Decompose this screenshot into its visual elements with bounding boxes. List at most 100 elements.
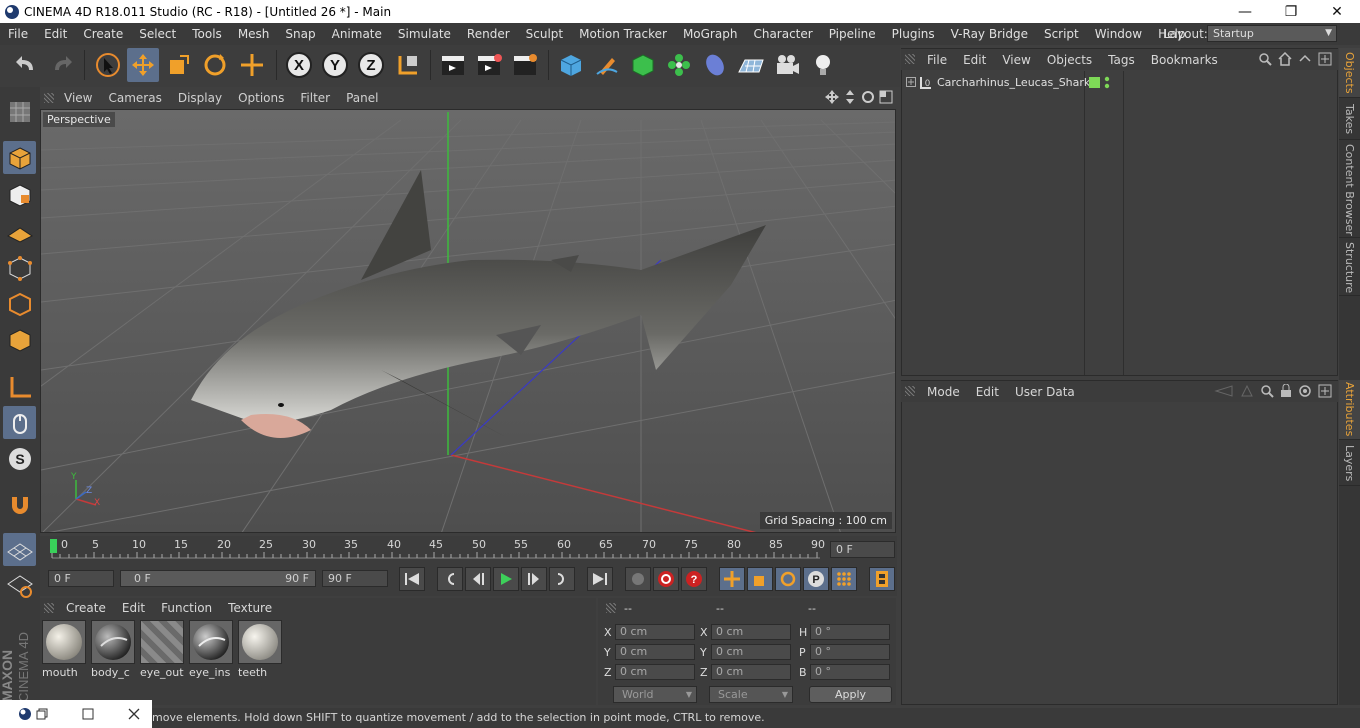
x-axis-button[interactable]: X (283, 48, 315, 82)
redo-button[interactable] (46, 48, 78, 82)
object-menu-objects[interactable]: Objects (1039, 53, 1100, 67)
object-menu-view[interactable]: View (994, 53, 1038, 67)
object-menu-bookmarks[interactable]: Bookmarks (1143, 53, 1226, 67)
apply-button[interactable]: Apply (809, 686, 892, 703)
viewport-menu-options[interactable]: Options (230, 91, 292, 105)
object-menu-tags[interactable]: Tags (1100, 53, 1143, 67)
previous-key-button[interactable] (437, 567, 463, 591)
tweak-mode-button[interactable] (3, 406, 36, 439)
edges-mode-button[interactable] (3, 287, 36, 320)
rot-b-field[interactable]: 0 ° (810, 664, 890, 680)
menu-mesh[interactable]: Mesh (230, 27, 278, 41)
menu-file[interactable]: File (0, 27, 36, 41)
current-frame-field[interactable]: 0 F (830, 541, 895, 558)
scale-tool-button[interactable] (163, 48, 195, 82)
snap-button[interactable] (3, 488, 36, 521)
menu-window[interactable]: Window (1087, 27, 1150, 41)
size-y-field[interactable]: 0 cm (711, 644, 791, 660)
attribute-menu-user-data[interactable]: User Data (1007, 385, 1083, 399)
material-body[interactable]: body_c (91, 620, 135, 680)
viewport-menu-cameras[interactable]: Cameras (100, 91, 169, 105)
rotate-tool-button[interactable] (199, 48, 231, 82)
rot-p-field[interactable]: 0 ° (810, 644, 890, 660)
workplane-lock-button[interactable] (3, 533, 36, 566)
render-to-picture-viewer-button[interactable] (473, 48, 505, 82)
viewport-perspective[interactable]: Y Z X Perspective Grid Spacing : 100 cm (40, 109, 896, 533)
render-view-button[interactable] (437, 48, 469, 82)
close-button[interactable]: ✕ (1314, 0, 1360, 23)
menu-edit[interactable]: Edit (36, 27, 75, 41)
size-z-field[interactable]: 0 cm (711, 664, 791, 680)
rot-h-field[interactable]: 0 ° (810, 624, 890, 640)
pos-x-field[interactable]: 0 cm (615, 624, 695, 640)
subdivision-surface-button[interactable] (627, 48, 659, 82)
menu-motion-tracker[interactable]: Motion Tracker (571, 27, 675, 41)
menu-character[interactable]: Character (745, 27, 820, 41)
viewport-menu-panel[interactable]: Panel (338, 91, 386, 105)
start-frame-field[interactable]: 0 F (48, 570, 114, 587)
coordinate-system-dropdown[interactable]: World ▼ (613, 686, 697, 703)
key-point-level-button[interactable] (831, 567, 857, 591)
pen-spline-button[interactable] (591, 48, 623, 82)
menu-pipeline[interactable]: Pipeline (821, 27, 884, 41)
new-window-icon[interactable] (1318, 384, 1332, 398)
tab-objects[interactable]: Objects (1339, 48, 1360, 98)
up-arrow-icon[interactable] (1240, 384, 1254, 398)
timeline-window-button[interactable] (869, 567, 895, 591)
object-menu-edit[interactable]: Edit (955, 53, 994, 67)
menu-create[interactable]: Create (75, 27, 131, 41)
next-key-button[interactable] (549, 567, 575, 591)
material-menu-texture[interactable]: Texture (220, 601, 280, 615)
undo-button[interactable] (10, 48, 42, 82)
visibility-dots-icon[interactable] (1104, 76, 1110, 90)
keyframe-selection-button[interactable]: ? (681, 567, 707, 591)
key-scale-button[interactable] (747, 567, 773, 591)
tab-layers[interactable]: Layers (1339, 442, 1360, 486)
back-arrow-icon[interactable] (1214, 384, 1234, 398)
polygons-mode-button[interactable] (3, 323, 36, 356)
material-menu-edit[interactable]: Edit (114, 601, 153, 615)
end-frame-field[interactable]: 90 F (322, 570, 388, 587)
material-eye-out[interactable]: eye_out (140, 620, 184, 680)
menu-animate[interactable]: Animate (324, 27, 390, 41)
material-eye-ins[interactable]: eye_ins (189, 620, 233, 680)
frame-range-slider[interactable]: 0 F 90 F (120, 570, 316, 587)
menu-sculpt[interactable]: Sculpt (518, 27, 571, 41)
deformer-button[interactable] (699, 48, 731, 82)
material-mouth[interactable]: mouth (42, 620, 86, 680)
menu-vray-bridge[interactable]: V-Ray Bridge (943, 27, 1036, 41)
new-window-icon[interactable] (1318, 52, 1332, 66)
make-editable-button[interactable] (3, 95, 36, 128)
solo-mode-button[interactable]: S (3, 442, 36, 475)
y-axis-button[interactable]: Y (319, 48, 351, 82)
tab-structure[interactable]: Structure (1339, 240, 1360, 296)
live-selection-button[interactable] (236, 48, 268, 82)
close-icon[interactable] (128, 708, 140, 720)
playhead[interactable] (50, 539, 57, 553)
record-active-objects-button[interactable] (625, 567, 651, 591)
previous-frame-button[interactable] (465, 567, 491, 591)
minimized-window-thumb[interactable] (0, 700, 152, 728)
maximize-button[interactable]: ❐ (1268, 0, 1314, 23)
maximize-view-icon[interactable] (879, 90, 893, 104)
move-tool-button[interactable] (127, 48, 159, 82)
search-icon[interactable] (1258, 52, 1272, 66)
render-settings-button[interactable] (509, 48, 541, 82)
tree-item-shark[interactable]: 0 Carcharhinus_Leucas_Shark (903, 74, 1336, 92)
restore-icon[interactable] (36, 708, 48, 720)
size-mode-dropdown[interactable]: Scale ▼ (709, 686, 793, 703)
zoom-view-icon[interactable] (843, 90, 857, 104)
play-button[interactable] (493, 567, 519, 591)
menu-plugins[interactable]: Plugins (884, 27, 943, 41)
light-button[interactable] (807, 48, 839, 82)
pos-z-field[interactable]: 0 cm (615, 664, 695, 680)
z-axis-button[interactable]: Z (355, 48, 387, 82)
search-icon[interactable] (1260, 384, 1274, 398)
target-icon[interactable] (1298, 384, 1312, 398)
key-position-button[interactable] (719, 567, 745, 591)
menu-simulate[interactable]: Simulate (390, 27, 459, 41)
attribute-menu-mode[interactable]: Mode (919, 385, 968, 399)
select-tool-button[interactable] (92, 48, 124, 82)
axis-mode-button[interactable] (3, 370, 36, 403)
maximize-icon[interactable] (82, 708, 94, 720)
